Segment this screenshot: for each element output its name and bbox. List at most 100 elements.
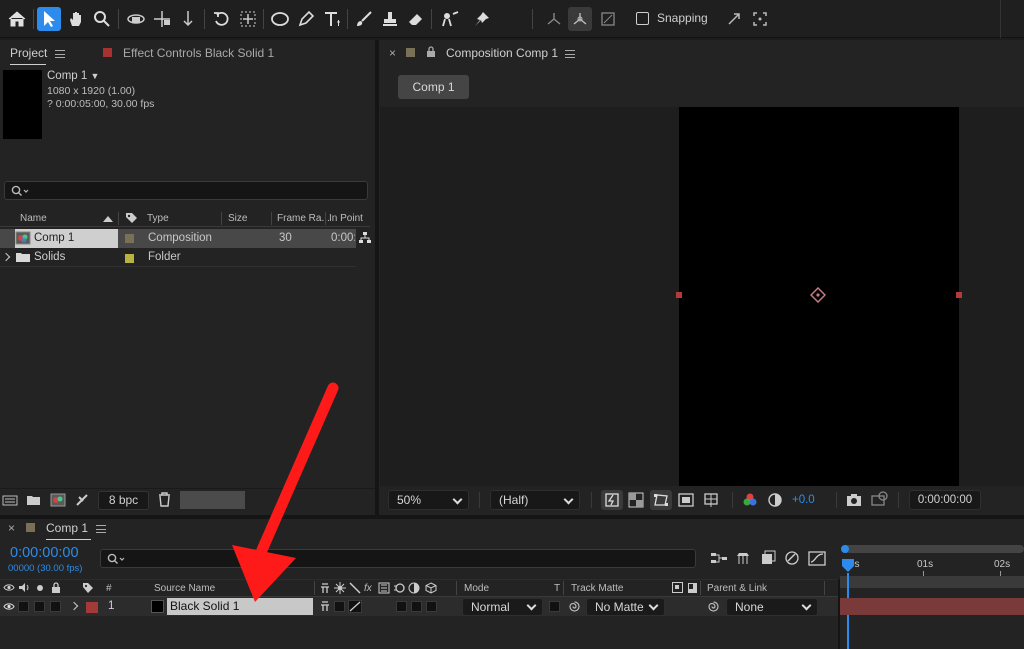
caret-down-icon[interactable]: ▼	[90, 71, 99, 81]
view-axis-icon[interactable]	[596, 7, 620, 31]
timeline-navigator[interactable]	[842, 545, 1024, 553]
matte-invert-icon[interactable]	[687, 582, 698, 594]
composition-panel-menu-icon[interactable]	[565, 50, 575, 58]
column-preserve-transparency[interactable]: T	[554, 583, 560, 594]
lock-icon[interactable]	[51, 582, 61, 593]
project-search-input[interactable]	[4, 181, 368, 200]
lock-switch[interactable]	[50, 601, 61, 612]
close-icon[interactable]: ×	[389, 46, 396, 60]
show-snapshot-icon[interactable]	[871, 491, 889, 507]
tab-composition[interactable]: Composition Comp 1	[446, 46, 558, 60]
resolution-dropdown[interactable]: (Half)	[490, 490, 580, 510]
3d-layer-icon[interactable]	[425, 582, 437, 594]
zoom-icon[interactable]	[90, 7, 114, 31]
effects-column[interactable]: fx	[364, 583, 372, 594]
eye-icon[interactable]	[3, 583, 15, 592]
matte-alpha-icon[interactable]	[672, 582, 683, 593]
column-type[interactable]: Type	[147, 213, 169, 224]
pen-icon[interactable]	[294, 7, 318, 31]
column-source-name[interactable]: Source Name	[154, 583, 215, 594]
pan-behind-icon[interactable]	[236, 7, 260, 31]
puppet-pin-icon[interactable]	[470, 7, 494, 31]
selection-arrow-icon[interactable]	[37, 7, 61, 31]
grid-guides-icon[interactable]	[703, 492, 719, 508]
channel-rgb-icon[interactable]	[742, 492, 758, 508]
lock-icon[interactable]	[426, 46, 436, 58]
column-frame-rate[interactable]: Frame Ra...	[277, 213, 330, 224]
playhead-icon[interactable]	[841, 558, 855, 574]
comp-tab-button[interactable]: Comp 1	[398, 75, 469, 99]
label-color-swatch[interactable]	[125, 254, 134, 263]
rotate-icon[interactable]	[210, 7, 234, 31]
label-color-swatch[interactable]	[125, 234, 134, 243]
label-tag-icon[interactable]	[125, 212, 138, 225]
audio-icon[interactable]	[18, 582, 30, 593]
parent-pickwhip-icon[interactable]	[707, 600, 720, 613]
fast-previews-icon[interactable]	[601, 490, 623, 510]
comp-preview-name[interactable]: Comp 1 ▼	[47, 70, 99, 82]
tab-timeline-comp[interactable]: Comp 1	[46, 521, 88, 535]
new-composition-icon[interactable]	[50, 493, 66, 507]
anchor-point-icon[interactable]	[810, 287, 826, 303]
home-icon[interactable]	[5, 7, 29, 31]
column-track-matte[interactable]: Track Matte	[571, 583, 623, 594]
current-time-field[interactable]: 0:00:00:00	[909, 490, 981, 510]
draft-3d-icon[interactable]	[735, 550, 751, 566]
tab-project[interactable]: Project	[10, 46, 47, 60]
timeline-current-time[interactable]: 0:00:00:00	[10, 545, 79, 561]
adjustment-layer-icon[interactable]	[408, 582, 420, 594]
interpret-footage-icon[interactable]	[2, 493, 18, 507]
label-tag-icon[interactable]	[82, 582, 94, 594]
snapping-checkbox[interactable]	[636, 12, 649, 25]
flowchart-icon[interactable]	[358, 231, 372, 245]
adjustment-switch[interactable]	[411, 601, 422, 612]
layer-mode-dropdown[interactable]: Normal	[462, 598, 543, 616]
work-area-bar[interactable]	[840, 576, 1024, 588]
parent-dropdown[interactable]: None	[726, 598, 818, 616]
dolly-camera-icon[interactable]	[176, 7, 200, 31]
new-folder-icon[interactable]	[26, 494, 41, 506]
3d-switch[interactable]	[426, 601, 437, 612]
local-axis-icon[interactable]	[542, 7, 566, 31]
layer-handle-left[interactable]	[676, 292, 682, 298]
timeline-panel-menu-icon[interactable]	[96, 525, 106, 533]
eye-icon[interactable]	[3, 602, 15, 611]
snap-expand-icon[interactable]	[722, 7, 746, 31]
clone-stamp-icon[interactable]	[378, 7, 402, 31]
hand-icon[interactable]	[64, 7, 88, 31]
snap-features-icon[interactable]	[748, 7, 772, 31]
solo-switch[interactable]	[34, 601, 45, 612]
transparency-grid-icon[interactable]	[628, 492, 644, 508]
mask-visibility-icon[interactable]	[650, 490, 672, 510]
column-name[interactable]: Name	[20, 213, 47, 224]
project-settings-icon[interactable]	[75, 493, 89, 507]
navigator-start-handle[interactable]	[841, 545, 849, 553]
close-icon[interactable]: ×	[8, 521, 15, 535]
comp-flowchart-icon[interactable]	[710, 551, 728, 565]
exposure-value[interactable]: +0.0	[792, 494, 815, 506]
brush-icon[interactable]	[352, 7, 376, 31]
frame-blending-icon[interactable]	[784, 550, 800, 566]
column-mode[interactable]: Mode	[464, 583, 489, 594]
quality-icon[interactable]	[349, 582, 361, 594]
quality-switch[interactable]	[348, 600, 362, 613]
exposure-reset-icon[interactable]	[767, 492, 783, 508]
motion-blur-switch[interactable]	[396, 601, 407, 612]
matte-pickwhip-icon[interactable]	[568, 600, 581, 613]
sort-ascending-icon[interactable]	[103, 216, 113, 222]
roto-brush-icon[interactable]	[438, 7, 462, 31]
layer-label-color[interactable]	[86, 602, 98, 613]
motion-blur-icon[interactable]	[393, 582, 405, 594]
column-layer-number[interactable]: #	[106, 583, 112, 594]
solo-icon[interactable]	[37, 585, 43, 591]
layer-duration-bar[interactable]	[840, 598, 1024, 615]
column-parent-link[interactable]: Parent & Link	[707, 583, 767, 594]
graph-editor-icon[interactable]	[808, 550, 826, 566]
region-of-interest-icon[interactable]	[678, 492, 694, 508]
column-size[interactable]: Size	[228, 213, 247, 224]
frame-blend-column-icon[interactable]	[378, 582, 390, 594]
ellipse-icon[interactable]	[268, 7, 292, 31]
zoom-dropdown[interactable]: 50%	[388, 490, 469, 510]
type-icon[interactable]	[320, 7, 344, 31]
eraser-icon[interactable]	[404, 7, 428, 31]
